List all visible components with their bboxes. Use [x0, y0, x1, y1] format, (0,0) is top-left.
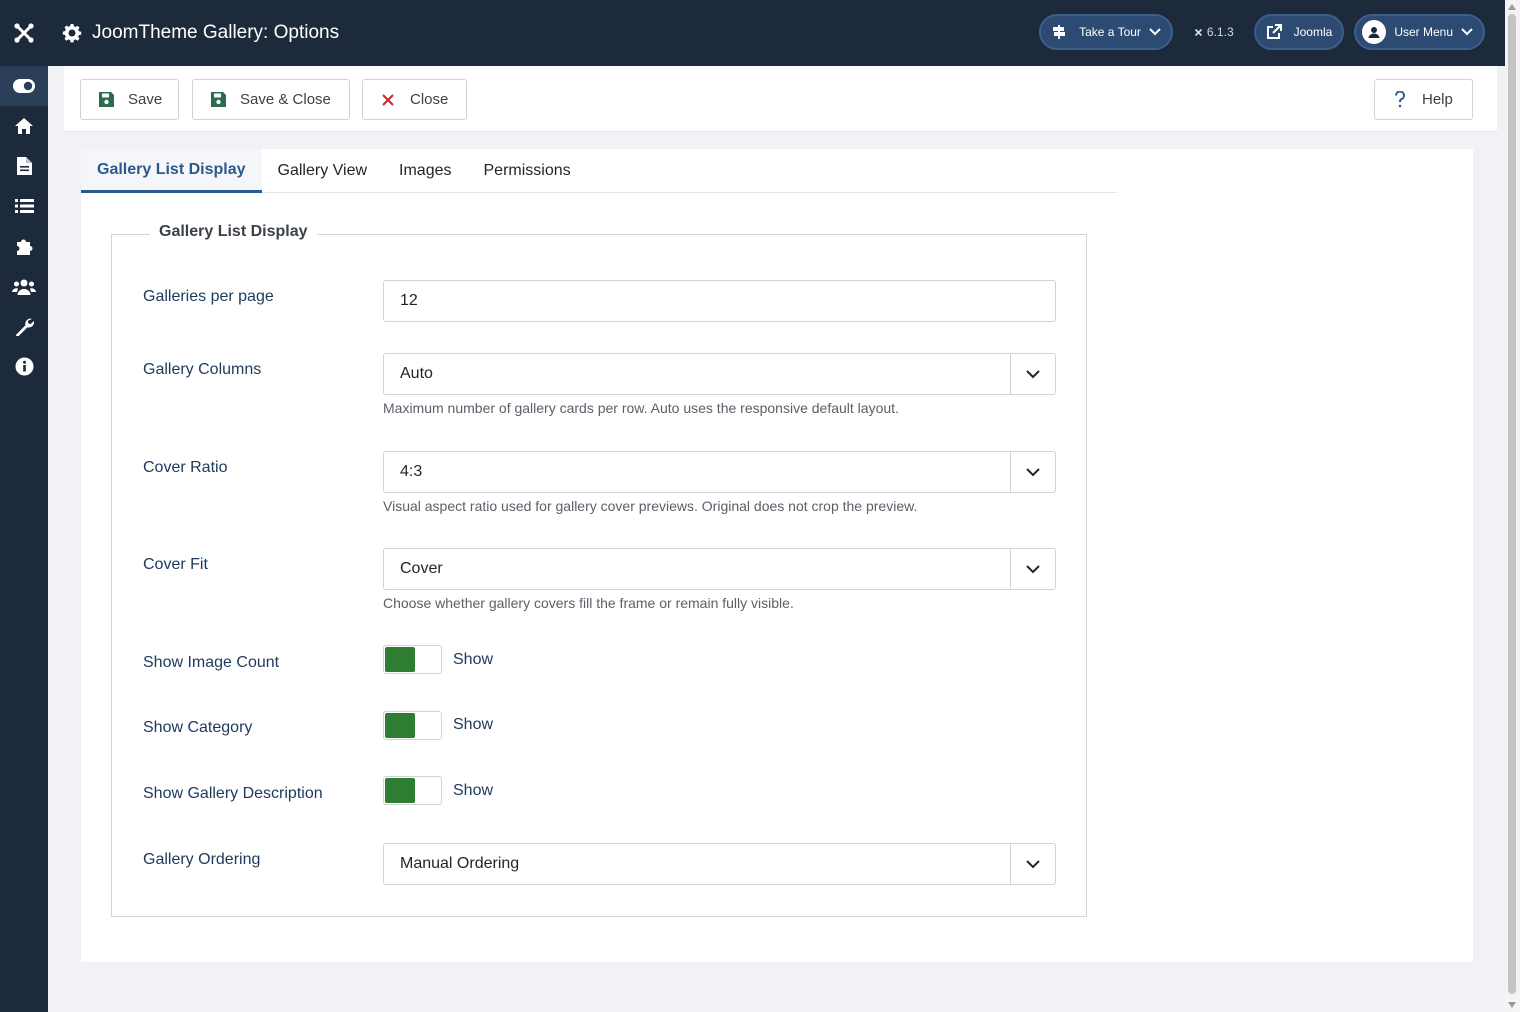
tab-images[interactable]: Images — [383, 149, 467, 193]
chevron-down-icon — [1149, 25, 1161, 39]
save-label: Save — [128, 91, 163, 108]
gallery-ordering-value: Manual Ordering — [400, 855, 520, 872]
user-menu-button[interactable]: User Menu — [1354, 14, 1485, 50]
cover-fit-label: Cover Fit — [143, 556, 208, 573]
toggle-icon — [13, 79, 35, 93]
home-icon — [15, 118, 33, 134]
version-text: 6.1.3 — [1206, 25, 1234, 39]
gallery-columns-value: Auto — [400, 365, 433, 382]
tab-permissions[interactable]: Permissions — [468, 149, 587, 193]
cover-fit-help: Choose whether gallery covers fill the f… — [383, 595, 794, 611]
top-header: JoomTheme Gallery: Options Take a Tour 6… — [0, 0, 1505, 66]
joomla-site-label: Joomla — [1293, 25, 1333, 39]
scroll-up-arrow-icon[interactable] — [1508, 4, 1516, 10]
puzzle-icon — [16, 239, 33, 255]
chevron-down-icon — [1010, 452, 1055, 492]
info-icon — [15, 357, 33, 375]
take-a-tour-label: Take a Tour — [1079, 25, 1141, 39]
scroll-down-arrow-icon[interactable] — [1508, 1002, 1516, 1008]
users-icon — [12, 279, 36, 295]
cover-ratio-label: Cover Ratio — [143, 459, 228, 476]
joomla-logo-icon[interactable] — [0, 0, 48, 66]
save-button[interactable]: Save — [80, 79, 179, 120]
version-badge: 6.1.3 — [1193, 25, 1234, 39]
chevron-down-icon — [1010, 354, 1055, 394]
tab-gallery-list-display[interactable]: Gallery List Display — [81, 149, 262, 193]
show-category-state: Show — [453, 716, 494, 733]
sidebar-item-content[interactable] — [0, 146, 48, 186]
external-link-icon — [1262, 20, 1286, 44]
sidebar-item-help[interactable] — [0, 346, 48, 386]
gallery-columns-help: Maximum number of gallery cards per row.… — [383, 400, 899, 416]
galleries-per-page-label: Galleries per page — [143, 288, 274, 305]
gear-icon — [62, 23, 82, 43]
show-gallery-description-label: Show Gallery Description — [143, 785, 323, 802]
close-button[interactable]: Close — [362, 79, 467, 120]
sidebar-item-home[interactable] — [0, 106, 48, 146]
show-category-label: Show Category — [143, 719, 253, 736]
toggle-on-indicator — [385, 778, 415, 803]
toolbar: Save Save & Close Close Help — [64, 66, 1497, 132]
fieldset-legend: Gallery List Display — [150, 223, 317, 241]
galleries-per-page-input[interactable]: 12 — [383, 280, 1056, 322]
show-category-toggle[interactable] — [383, 711, 442, 740]
gallery-ordering-select[interactable]: Manual Ordering — [383, 843, 1056, 885]
joomla-small-icon — [1194, 28, 1203, 36]
cover-fit-value: Cover — [400, 560, 443, 577]
sidebar-item-system[interactable] — [0, 306, 48, 346]
show-image-count-label: Show Image Count — [143, 654, 280, 671]
signpost-icon — [1047, 20, 1071, 44]
user-menu-label: User Menu — [1394, 25, 1453, 39]
gallery-list-display-fieldset: Gallery List Display Galleries per page … — [111, 223, 1087, 917]
cover-ratio-value: 4:3 — [400, 463, 423, 480]
options-card: Gallery List Display Gallery View Images… — [81, 149, 1473, 962]
sidebar-item-components[interactable] — [0, 226, 48, 266]
question-mark-icon — [1392, 91, 1408, 108]
tab-gallery-view[interactable]: Gallery View — [262, 149, 384, 193]
cover-ratio-help: Visual aspect ratio used for gallery cov… — [383, 498, 918, 514]
help-button[interactable]: Help — [1374, 79, 1473, 120]
page-scrollbar[interactable] — [1505, 0, 1520, 1012]
list-icon — [14, 199, 34, 213]
gallery-columns-select[interactable]: Auto — [383, 353, 1056, 395]
joomla-site-button[interactable]: Joomla — [1253, 14, 1345, 50]
show-image-count-state: Show — [453, 651, 494, 668]
toggle-on-indicator — [385, 713, 415, 738]
chevron-down-icon — [1461, 25, 1473, 39]
cover-fit-select[interactable]: Cover — [383, 548, 1056, 590]
tab-bar: Gallery List Display Gallery View Images… — [81, 149, 1117, 193]
galleries-per-page-value: 12 — [400, 292, 418, 309]
sidebar-item-users[interactable] — [0, 266, 48, 306]
header-actions: Take a Tour 6.1.3 Joomla User Menu — [1039, 14, 1485, 50]
cover-ratio-select[interactable]: 4:3 — [383, 451, 1056, 493]
page-title: JoomTheme Gallery: Options — [92, 22, 340, 43]
chevron-down-icon — [1010, 549, 1055, 589]
file-icon — [16, 157, 32, 175]
floppy-disk-icon — [210, 92, 226, 107]
close-icon — [380, 93, 396, 106]
gallery-ordering-label: Gallery Ordering — [143, 851, 261, 868]
show-image-count-toggle[interactable] — [383, 645, 442, 674]
take-a-tour-button[interactable]: Take a Tour — [1039, 14, 1173, 50]
user-avatar-icon — [1362, 20, 1387, 44]
chevron-down-icon — [1010, 844, 1055, 884]
title-area: JoomTheme Gallery: Options — [62, 22, 339, 44]
floppy-disk-icon — [98, 92, 114, 107]
show-gallery-description-toggle[interactable] — [383, 776, 442, 805]
save-and-close-button[interactable]: Save & Close — [192, 79, 350, 120]
help-label: Help — [1422, 91, 1453, 108]
sidebar-item-toggle-menu[interactable] — [0, 66, 48, 106]
gallery-columns-label: Gallery Columns — [143, 361, 262, 378]
show-gallery-description-state: Show — [453, 782, 494, 799]
wrench-icon — [15, 318, 34, 336]
scrollbar-thumb[interactable] — [1508, 14, 1516, 994]
save-and-close-label: Save & Close — [240, 91, 331, 108]
sidebar — [0, 66, 48, 1012]
toggle-on-indicator — [385, 647, 415, 672]
sidebar-item-menus[interactable] — [0, 186, 48, 226]
close-label: Close — [410, 91, 449, 108]
